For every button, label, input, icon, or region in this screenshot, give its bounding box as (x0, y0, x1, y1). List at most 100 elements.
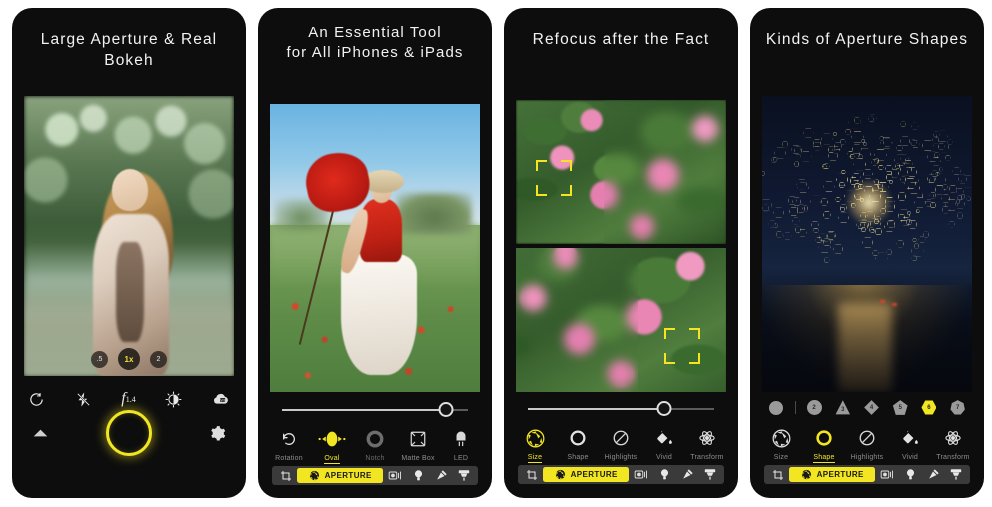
tool-vivid[interactable]: Vivid (889, 427, 931, 463)
tab-magic-wand[interactable] (430, 468, 453, 483)
slider-fill (528, 408, 664, 410)
shape-glyph: 4 (864, 400, 879, 415)
tool-vivid[interactable]: Vivid (643, 427, 685, 463)
aperture-slider[interactable] (282, 401, 468, 419)
tool-transform[interactable]: Transform (932, 427, 974, 463)
tab-magic-wand[interactable] (922, 467, 945, 482)
tool-label: Vivid (901, 454, 919, 461)
tab-lens[interactable] (875, 467, 898, 482)
tab-lens[interactable] (629, 467, 652, 482)
shape-option-4[interactable]: 4 (857, 400, 886, 415)
zoom-level-selector[interactable]: .5 1x 2 (24, 348, 234, 370)
editor-preview[interactable] (270, 104, 480, 392)
tab-crop[interactable] (520, 467, 543, 482)
shutter-button[interactable] (106, 410, 152, 456)
portrait-photo (24, 96, 234, 376)
tool-size[interactable]: Size (760, 427, 802, 463)
aperture-size-icon (772, 427, 791, 449)
tool-label: Transform (690, 454, 724, 461)
aperture-number: 1.4 (125, 394, 136, 404)
expand-arrow-icon[interactable] (32, 427, 49, 439)
panel-title: Kinds of Aperture Shapes (765, 31, 969, 48)
focus-bracket-bottom[interactable] (664, 328, 700, 364)
notch-icon (366, 428, 384, 450)
tool-highlights[interactable]: Highlights (846, 427, 888, 463)
shape-option-6[interactable]: 6 (915, 400, 944, 415)
focus-bracket-top[interactable] (536, 160, 572, 196)
exposure-icon[interactable] (165, 391, 182, 408)
shape-glyph: 7 (950, 400, 965, 415)
tab-crop[interactable] (766, 467, 789, 482)
shape-option-7[interactable]: 7 (943, 400, 972, 415)
tool-transform[interactable]: Transform (686, 427, 728, 463)
shape-circle-icon (815, 427, 833, 449)
camera-flip-icon[interactable] (28, 391, 45, 408)
panel-aperture-shapes: Kinds of Aperture Shapes 2 3 4 5 6 7 Siz… (750, 8, 984, 498)
tab-aperture[interactable]: APERTURE (543, 467, 630, 482)
tool-label: Transform (936, 454, 970, 461)
tab-magic-wand[interactable] (676, 467, 699, 482)
tool-rotation[interactable]: Rotation (268, 428, 310, 464)
zoom-chip-1x[interactable]: 1x (118, 348, 140, 370)
aperture-slider[interactable] (528, 400, 714, 418)
refocus-preview[interactable] (516, 100, 726, 392)
oval-icon (318, 428, 346, 450)
vivid-paint-icon (901, 427, 919, 449)
tool-shape[interactable]: Shape (557, 427, 599, 463)
refocus-photo-top (516, 100, 726, 244)
tab-light[interactable] (652, 467, 675, 482)
tool-led[interactable]: LED (440, 428, 482, 464)
tool-label: Highlights (850, 454, 884, 461)
editor-tabbar: APERTURE (764, 465, 970, 484)
tool-highlights[interactable]: Highlights (600, 427, 642, 463)
settings-gear-icon[interactable] (209, 425, 226, 442)
tool-label: Notch (365, 455, 385, 462)
tool-matte-box[interactable]: Matte Box (397, 428, 439, 464)
tool-notch[interactable]: Notch (354, 428, 396, 464)
slider-knob[interactable] (656, 401, 672, 416)
tool-size[interactable]: Size (514, 427, 556, 463)
shape-option-3[interactable]: 3 (828, 400, 857, 415)
shape-glyph (769, 400, 784, 415)
shape-option-5[interactable]: 5 (886, 400, 915, 415)
tool-label: Oval (324, 455, 340, 464)
editor-tabbar: APERTURE (518, 465, 724, 484)
tab-lens[interactable] (383, 468, 406, 483)
tab-brush[interactable] (945, 467, 968, 482)
tab-label: APERTURE (816, 470, 864, 479)
tool-oval[interactable]: Oval (311, 428, 353, 464)
tab-crop[interactable] (274, 468, 297, 483)
svg-text:WB: WB (221, 398, 227, 402)
aperture-icon (801, 469, 811, 480)
tool-label: Size (773, 454, 789, 461)
camera-viewfinder[interactable]: .5 1x 2 (24, 96, 234, 376)
tab-brush[interactable] (699, 467, 722, 482)
bokeh-preview[interactable] (762, 96, 972, 392)
poppy-field-photo (270, 104, 480, 392)
tab-brush[interactable] (453, 468, 476, 483)
panel-capture: Large Aperture & Real Bokeh .5 1x 2 f 1.… (12, 8, 246, 498)
highlights-icon (612, 427, 630, 449)
tool-label: Vivid (655, 454, 673, 461)
shape-option-2[interactable]: 2 (800, 400, 829, 415)
shape-glyph: 5 (892, 400, 908, 415)
shape-option-circle-filled[interactable] (762, 400, 791, 415)
tab-light[interactable] (898, 467, 921, 482)
slider-knob[interactable] (438, 402, 454, 417)
tab-light[interactable] (406, 468, 429, 483)
panel-title: An Essential Tool for All iPhones & iPad… (286, 24, 464, 62)
tab-aperture[interactable]: APERTURE (297, 468, 384, 483)
tool-shape[interactable]: Shape (803, 427, 845, 463)
zoom-chip-05[interactable]: .5 (91, 350, 108, 368)
tab-aperture[interactable]: APERTURE (789, 467, 876, 482)
shape-glyph: 6 (921, 400, 937, 415)
tool-label: Size (527, 454, 543, 463)
night-road-bokeh-photo (762, 96, 972, 392)
capture-controls (32, 410, 226, 456)
flash-off-icon[interactable] (75, 391, 92, 408)
zoom-chip-2x[interactable]: 2 (150, 350, 167, 368)
aperture-value-icon[interactable]: f 1.4 (121, 390, 135, 408)
tool-label: Shape (567, 454, 589, 461)
white-balance-icon[interactable]: WB (212, 391, 230, 408)
transform-icon (698, 427, 716, 449)
